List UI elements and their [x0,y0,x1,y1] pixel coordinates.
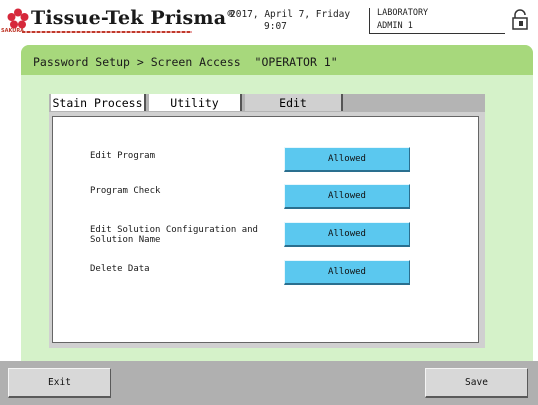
user-label: ADMIN 1 [377,21,413,31]
edit-solution-config-allowed-button[interactable]: Allowed [284,222,410,247]
sakura-flower-logo-icon [7,8,29,29]
date-display: 2017, April 7, Friday [230,9,351,20]
delete-data-allowed-button[interactable]: Allowed [284,260,410,285]
edit-solution-config-label-line1: Edit Solution Configuration and [90,225,258,235]
header-rule [369,33,505,34]
exit-button[interactable]: Exit [8,368,111,398]
brand-underline [22,31,192,33]
program-check-allowed-button[interactable]: Allowed [284,184,410,209]
program-check-label: Program Check [90,186,161,196]
tab-utility[interactable]: Utility [149,94,242,111]
time-display: 9:07 [264,21,287,32]
edit-program-allowed-button[interactable]: Allowed [284,147,410,172]
app-header: Tissue-Tek Prisma® SAKURA 2017, April 7,… [0,0,538,44]
sub-brand-text: SAKURA [1,28,25,34]
lock-icon[interactable] [510,9,530,31]
edit-solution-config-label-line2: Solution Name [90,235,161,245]
edit-program-label: Edit Program [90,151,156,161]
tab-edit[interactable]: Edit [245,94,343,111]
tab-stain-process[interactable]: Stain Process [51,94,146,111]
header-divider [369,8,370,34]
brand-title: Tissue-Tek Prisma® [31,7,236,29]
edit-solution-config-label: Edit Solution Configuration and Solution… [90,225,258,245]
breadcrumb: Password Setup > Screen Access "OPERATOR… [33,55,338,69]
delete-data-label: Delete Data [90,264,150,274]
location-label: LABORATORY [377,8,429,18]
save-button[interactable]: Save [425,368,528,398]
